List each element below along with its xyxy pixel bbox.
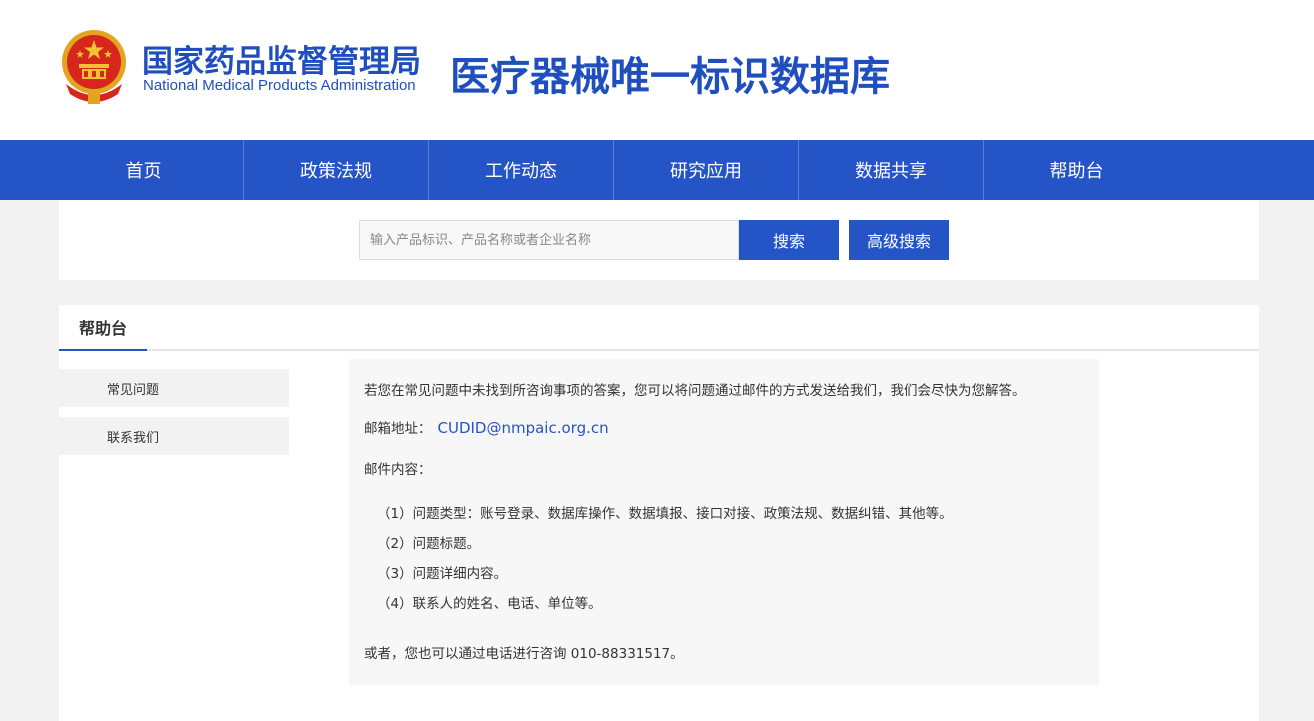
site-header: 国家药品监督管理局 National Medical Products Admi… <box>0 0 1314 140</box>
site-title: 医疗器械唯一标识数据库 <box>450 54 890 100</box>
search-input[interactable] <box>359 220 739 260</box>
email-row: 邮箱地址： CUDID@nmpaic.org.cn <box>364 417 609 437</box>
list-item: （1）问题类型：账号登录、数据库操作、数据填报、接口对接、政策法规、数据纠错、其… <box>377 506 953 522</box>
intro-text: 若您在常见问题中未找到所咨询事项的答案，您可以将问题通过邮件的方式发送给我们，我… <box>364 383 1026 399</box>
agency-name-cn: 国家药品监督管理局 <box>142 44 421 80</box>
search-button[interactable]: 搜索 <box>739 220 839 260</box>
advanced-search-button[interactable]: 高级搜索 <box>849 220 949 260</box>
list-item: （2）问题标题。 <box>377 536 481 552</box>
nav-item-news[interactable]: 工作动态 <box>429 140 614 200</box>
list-item: （3）问题详细内容。 <box>377 566 508 582</box>
sidebar-item-contact[interactable]: 联系我们 <box>59 417 289 455</box>
nav-item-policy[interactable]: 政策法规 <box>244 140 429 200</box>
search-panel: 搜索 高级搜索 <box>59 200 1259 280</box>
content-label: 邮件内容： <box>364 462 432 478</box>
tab-help-desk[interactable]: 帮助台 <box>59 305 147 351</box>
nav-item-data-share[interactable]: 数据共享 <box>799 140 984 200</box>
tab-bar: 帮助台 <box>59 305 1259 351</box>
email-link[interactable]: CUDID@nmpaic.org.cn <box>438 419 609 437</box>
help-panel: 帮助台 常见问题 联系我们 若您在常见问题中未找到所咨询事项的答案，您可以将问题… <box>59 305 1259 721</box>
nav-item-help[interactable]: 帮助台 <box>984 140 1169 200</box>
list-item: （4）联系人的姓名、电话、单位等。 <box>377 596 602 612</box>
phone-note: 或者，您也可以通过电话进行咨询 010-88331517。 <box>364 646 684 662</box>
sidebar-item-faq[interactable]: 常见问题 <box>59 369 289 407</box>
nav-item-research[interactable]: 研究应用 <box>614 140 799 200</box>
agency-name-en: National Medical Products Administration <box>143 77 416 94</box>
main-nav: 首页 政策法规 工作动态 研究应用 数据共享 帮助台 <box>0 140 1314 200</box>
contact-content: 若您在常见问题中未找到所咨询事项的答案，您可以将问题通过邮件的方式发送给我们，我… <box>349 359 1099 685</box>
nav-item-home[interactable]: 首页 <box>0 140 244 200</box>
national-emblem-icon <box>62 30 126 104</box>
email-label: 邮箱地址： <box>364 421 432 437</box>
